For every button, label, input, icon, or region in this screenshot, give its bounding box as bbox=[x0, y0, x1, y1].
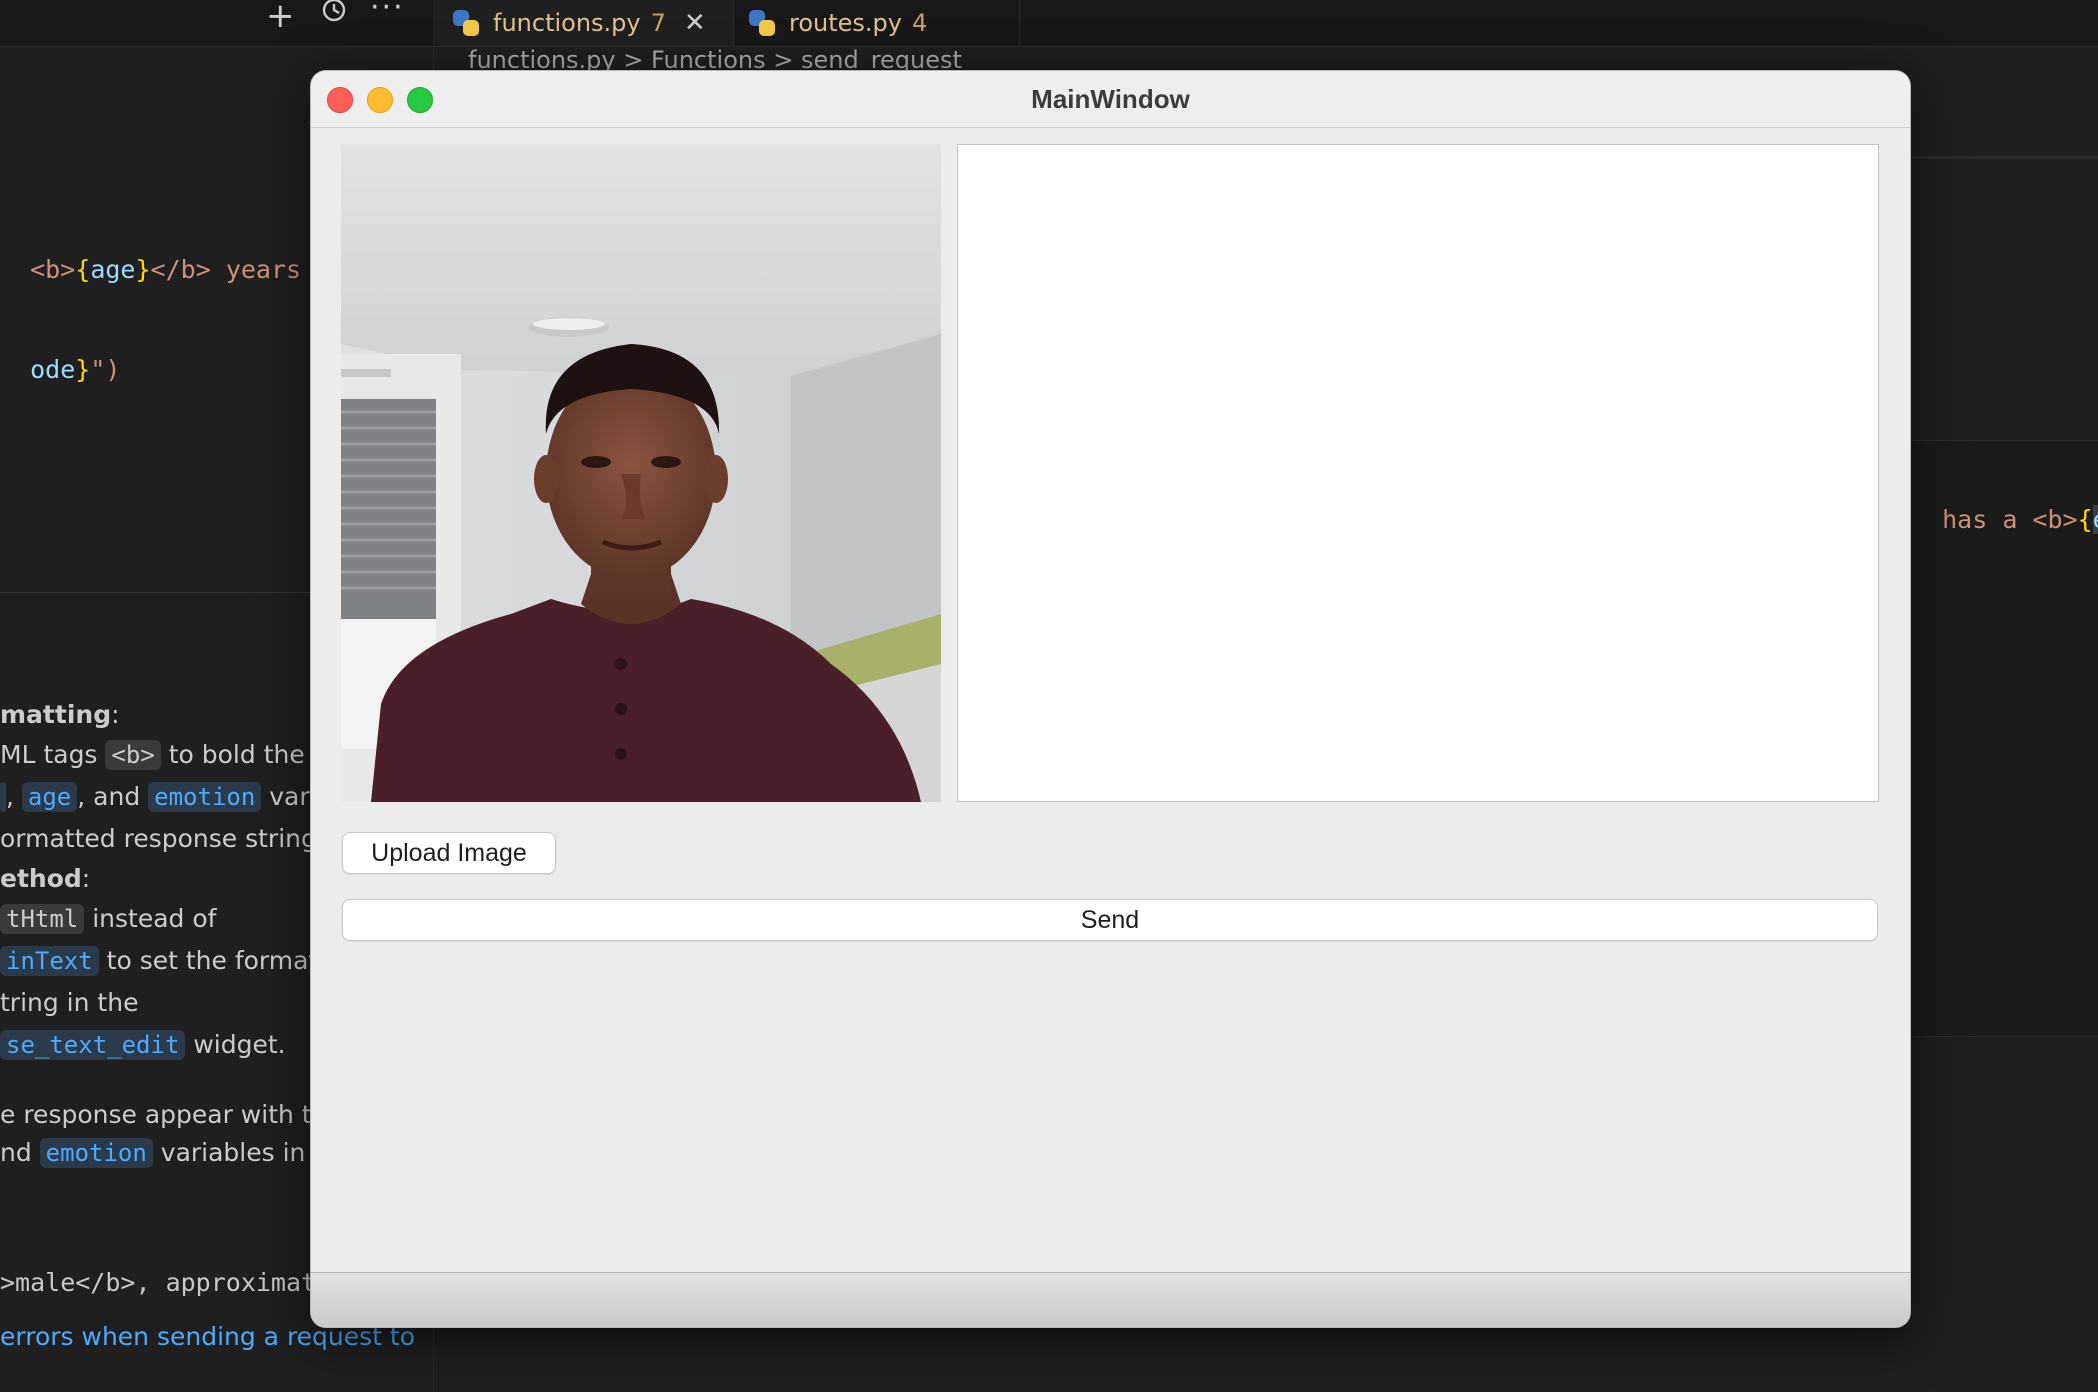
problem-count: 7 bbox=[650, 9, 666, 37]
send-button[interactable]: Send bbox=[342, 899, 1878, 941]
chat-line: matting: bbox=[0, 700, 120, 729]
editor-separator bbox=[1909, 156, 2098, 159]
maximize-window-button[interactable] bbox=[407, 87, 433, 113]
tab-functions[interactable]: functions.py 7 ✕ bbox=[433, 0, 734, 46]
python-file-icon bbox=[453, 10, 479, 36]
problem-count: 4 bbox=[911, 9, 928, 37]
tab-routes[interactable]: routes.py 4 bbox=[729, 0, 1020, 46]
chat-line: tring in the bbox=[0, 988, 139, 1017]
main-window: MainWindow Upload Image Send bbox=[310, 70, 1911, 1328]
chat-line: ormatted response string. bbox=[0, 824, 325, 853]
code-line: <b>{age}</b> years old bbox=[30, 255, 362, 284]
chat-line: ML tags <b> to bold the bbox=[0, 740, 305, 770]
tab-label: functions.py bbox=[493, 9, 641, 37]
chat-line: nd emotion variables in b bbox=[0, 1138, 330, 1168]
chat-toolbar: + ··· bbox=[0, 0, 433, 47]
chat-line: inText to set the formatt bbox=[0, 946, 328, 976]
chat-line: tHtml instead of bbox=[0, 904, 216, 934]
window-titlebar: MainWindow bbox=[311, 71, 1910, 128]
code-line: has a <b>{emot bbox=[1912, 476, 2098, 534]
chat-line: e response appear with th bbox=[0, 1100, 328, 1129]
status-bar bbox=[311, 1272, 1910, 1327]
more-icon[interactable]: ··· bbox=[370, 0, 405, 25]
upload-image-button[interactable]: Upload Image bbox=[342, 832, 556, 874]
response-text-edit[interactable] bbox=[957, 144, 1879, 802]
code-line: ode}") bbox=[30, 355, 121, 384]
history-icon[interactable] bbox=[318, 0, 348, 24]
minimize-window-button[interactable] bbox=[367, 87, 393, 113]
window-title: MainWindow bbox=[1031, 83, 1190, 114]
chat-line: , age, and emotion vari bbox=[0, 782, 317, 812]
chat-line: ethod: bbox=[0, 864, 91, 893]
editor-tab-bar: functions.py 7 ✕ routes.py 4 bbox=[433, 0, 2098, 47]
python-file-icon bbox=[749, 10, 775, 36]
uploaded-image-preview bbox=[341, 144, 941, 802]
tab-label: routes.py bbox=[789, 9, 902, 37]
code-line: >male</b>, approximate bbox=[0, 1268, 332, 1297]
divider bbox=[0, 592, 310, 593]
chat-line: se_text_edit widget. bbox=[0, 1030, 286, 1060]
plus-icon[interactable]: + bbox=[266, 0, 295, 36]
close-icon[interactable]: ✕ bbox=[684, 8, 706, 38]
close-window-button[interactable] bbox=[327, 87, 353, 113]
